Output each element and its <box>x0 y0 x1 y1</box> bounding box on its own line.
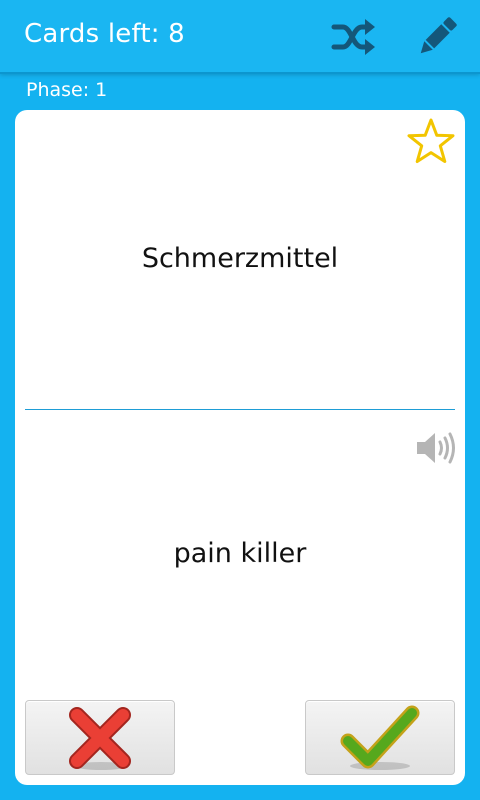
pencil-icon <box>420 17 457 54</box>
red-x-icon <box>69 706 131 770</box>
cards-left-title: Cards left: 8 <box>24 19 185 49</box>
card-divider <box>25 409 455 410</box>
star-outline-icon <box>407 118 455 163</box>
phase-label: Phase: 1 <box>26 79 108 101</box>
card-back-text: pain killer <box>173 538 307 569</box>
card-front-text: Schmerzmittel <box>141 243 339 274</box>
right-answer-button[interactable] <box>305 700 455 775</box>
edit-button[interactable] <box>412 12 462 62</box>
flashcard: Schmerzmittel pain killer <box>15 110 465 785</box>
shuffle-button[interactable] <box>329 12 379 62</box>
action-bar: Cards left: 8 <box>0 0 480 72</box>
shuffle-icon <box>331 19 375 55</box>
favorite-button[interactable] <box>405 116 457 168</box>
green-checkmark-icon <box>340 705 420 770</box>
wrong-answer-button[interactable] <box>25 700 175 775</box>
speaker-icon <box>417 432 455 464</box>
play-audio-button[interactable] <box>414 428 458 468</box>
